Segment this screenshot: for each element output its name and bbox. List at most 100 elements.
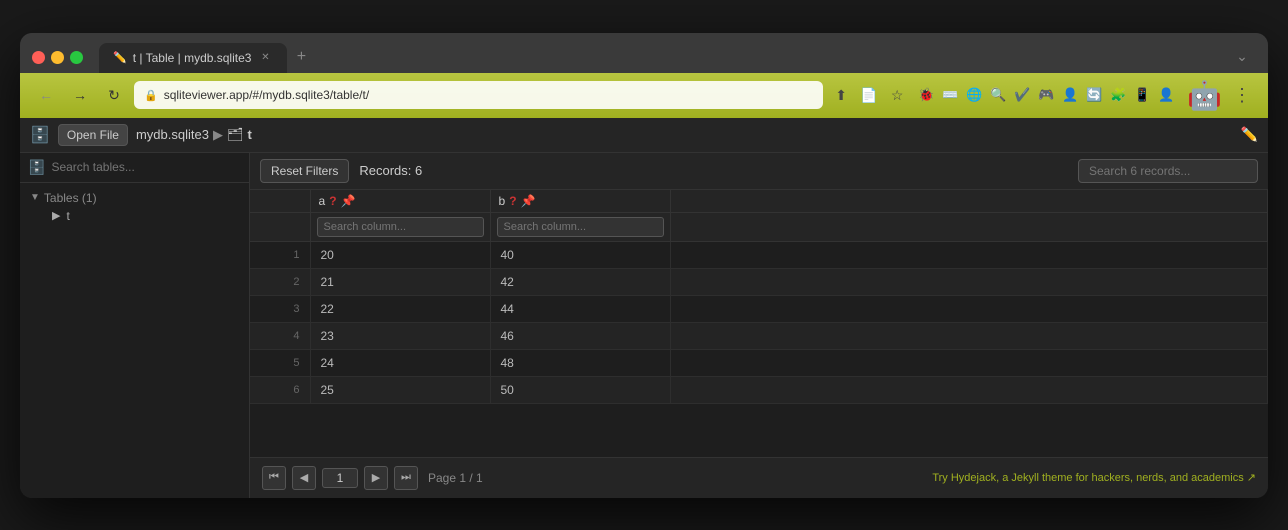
ext-10[interactable]: 📱 <box>1131 84 1153 106</box>
breadcrumb-table-icon: 🗂 <box>227 127 244 143</box>
promo-link[interactable]: Try Hydejack, a Jekyll theme for hackers… <box>932 471 1256 484</box>
row-num-header <box>250 190 310 213</box>
address-text: sqliteviewer.app/#/mydb.sqlite3/table/t/ <box>164 88 813 102</box>
last-page-button[interactable]: ⏭ <box>394 466 418 490</box>
column-search-row <box>250 212 1268 241</box>
table-row[interactable]: 1 20 40 <box>250 241 1268 268</box>
search-records-input[interactable] <box>1078 159 1258 183</box>
tab-close-button[interactable]: ✕ <box>257 50 273 66</box>
col-a-cell: 22 <box>310 295 490 322</box>
prev-page-button[interactable]: ◀ <box>292 466 316 490</box>
main-content: Reset Filters Records: 6 a <box>250 153 1268 498</box>
extension-icons: 🐞 ⌨️ 🌐 🔍 ✔️ 🎮 👤 🔄 🧩 📱 👤 <box>915 84 1177 106</box>
extra-cell <box>670 376 1268 403</box>
table-row[interactable]: 2 21 42 <box>250 268 1268 295</box>
share-button[interactable]: ⬆ <box>829 83 853 107</box>
column-b-header: b ? 📌 <box>490 190 670 213</box>
db-icon: 🗄️ <box>30 125 50 145</box>
row-num-cell: 2 <box>250 268 310 295</box>
breadcrumb: mydb.sqlite3 ▶ 🗂 t <box>136 127 252 143</box>
maximize-button[interactable] <box>70 51 83 64</box>
row-num-search <box>250 212 310 241</box>
reader-button[interactable]: 📄 <box>857 83 881 107</box>
col-a-name: a <box>319 194 326 208</box>
page-info: Page 1 / 1 <box>428 471 483 485</box>
open-file-button[interactable]: Open File <box>58 124 128 146</box>
col-a-search-input[interactable] <box>317 217 484 237</box>
table-icon: ▶ <box>52 209 60 222</box>
sidebar-item-t[interactable]: ▶ t <box>30 205 239 227</box>
back-button[interactable]: ← <box>32 81 60 109</box>
extra-cell <box>670 241 1268 268</box>
address-bar[interactable]: 🔒 sqliteviewer.app/#/mydb.sqlite3/table/… <box>134 81 823 109</box>
table-row[interactable]: 5 24 48 <box>250 349 1268 376</box>
extra-cell <box>670 268 1268 295</box>
ext-11[interactable]: 👤 <box>1155 84 1177 106</box>
row-num-cell: 4 <box>250 322 310 349</box>
nav-bar: ← → ↻ 🔒 sqliteviewer.app/#/mydb.sqlite3/… <box>20 73 1268 118</box>
col-b-pin-icon[interactable]: 📌 <box>521 194 536 208</box>
col-a-pin-icon[interactable]: 📌 <box>341 194 356 208</box>
sidebar-table-name: t <box>66 209 69 223</box>
app-header: 🗄️ Open File mydb.sqlite3 ▶ 🗂 t ✏️ <box>20 118 1268 153</box>
close-button[interactable] <box>32 51 45 64</box>
row-num-cell: 5 <box>250 349 310 376</box>
minimize-button[interactable] <box>51 51 64 64</box>
col-b-cell: 50 <box>490 376 670 403</box>
ext-5[interactable]: ✔️ <box>1011 84 1033 106</box>
nav-actions: ⬆ 📄 ☆ <box>829 83 909 107</box>
breadcrumb-db: mydb.sqlite3 <box>136 127 209 142</box>
table-row[interactable]: 3 22 44 <box>250 295 1268 322</box>
extra-cell <box>670 322 1268 349</box>
menu-button[interactable]: ⋮ <box>1228 81 1256 109</box>
edit-button[interactable]: ✏️ <box>1241 126 1258 143</box>
ext-8[interactable]: 🔄 <box>1083 84 1105 106</box>
row-num-cell: 3 <box>250 295 310 322</box>
search-tables-input[interactable] <box>51 160 241 174</box>
col-b-question-icon[interactable]: ? <box>509 194 516 208</box>
toolbar: Reset Filters Records: 6 <box>250 153 1268 190</box>
col-b-search-input[interactable] <box>497 217 664 237</box>
tables-section-label: Tables (1) <box>44 191 97 205</box>
extra-col-header <box>670 190 1268 213</box>
col-a-question-icon[interactable]: ? <box>329 194 336 208</box>
window-chevron-button[interactable]: ⌄ <box>1228 43 1256 71</box>
ext-7[interactable]: 👤 <box>1059 84 1081 106</box>
lock-icon: 🔒 <box>144 89 158 102</box>
active-tab[interactable]: ✏️ t | Table | mydb.sqlite3 ✕ <box>99 43 287 73</box>
col-a-cell: 25 <box>310 376 490 403</box>
table-row[interactable]: 4 23 46 <box>250 322 1268 349</box>
data-table: a ? 📌 b ? 📌 <box>250 190 1268 404</box>
col-a-cell: 20 <box>310 241 490 268</box>
app-body: 🗄️ ▼ Tables (1) ▶ t <box>20 153 1268 498</box>
sidebar-tables-section: ▼ Tables (1) ▶ t <box>20 183 249 231</box>
ext-6[interactable]: 🎮 <box>1035 84 1057 106</box>
col-a-cell: 21 <box>310 268 490 295</box>
tables-section-header[interactable]: ▼ Tables (1) <box>30 191 239 205</box>
forward-button[interactable]: → <box>66 81 94 109</box>
table-row[interactable]: 6 25 50 <box>250 376 1268 403</box>
breadcrumb-separator: ▶ <box>213 127 223 143</box>
col-b-cell: 42 <box>490 268 670 295</box>
ext-3[interactable]: 🌐 <box>963 84 985 106</box>
row-num-cell: 1 <box>250 241 310 268</box>
ext-2[interactable]: ⌨️ <box>939 84 961 106</box>
ext-9[interactable]: 🧩 <box>1107 84 1129 106</box>
pagination: ⏮ ◀ ▶ ⏭ Page 1 / 1 Try Hydejack, a Jekyl… <box>250 457 1268 498</box>
breadcrumb-table: t <box>247 127 251 142</box>
next-page-button[interactable]: ▶ <box>364 466 388 490</box>
page-number-input[interactable] <box>322 468 358 488</box>
ext-1[interactable]: 🐞 <box>915 84 937 106</box>
new-tab-button[interactable]: + <box>287 43 315 71</box>
title-bar: ✏️ t | Table | mydb.sqlite3 ✕ + ⌄ <box>20 33 1268 73</box>
reset-filters-button[interactable]: Reset Filters <box>260 159 349 183</box>
col-b-cell: 40 <box>490 241 670 268</box>
expand-arrow-icon: ▼ <box>30 192 40 203</box>
first-page-button[interactable]: ⏮ <box>262 466 286 490</box>
ext-4[interactable]: 🔍 <box>987 84 1009 106</box>
extra-cell <box>670 349 1268 376</box>
column-headers-row: a ? 📌 b ? 📌 <box>250 190 1268 213</box>
refresh-button[interactable]: ↻ <box>100 81 128 109</box>
col-a-cell: 24 <box>310 349 490 376</box>
bookmark-button[interactable]: ☆ <box>885 83 909 107</box>
